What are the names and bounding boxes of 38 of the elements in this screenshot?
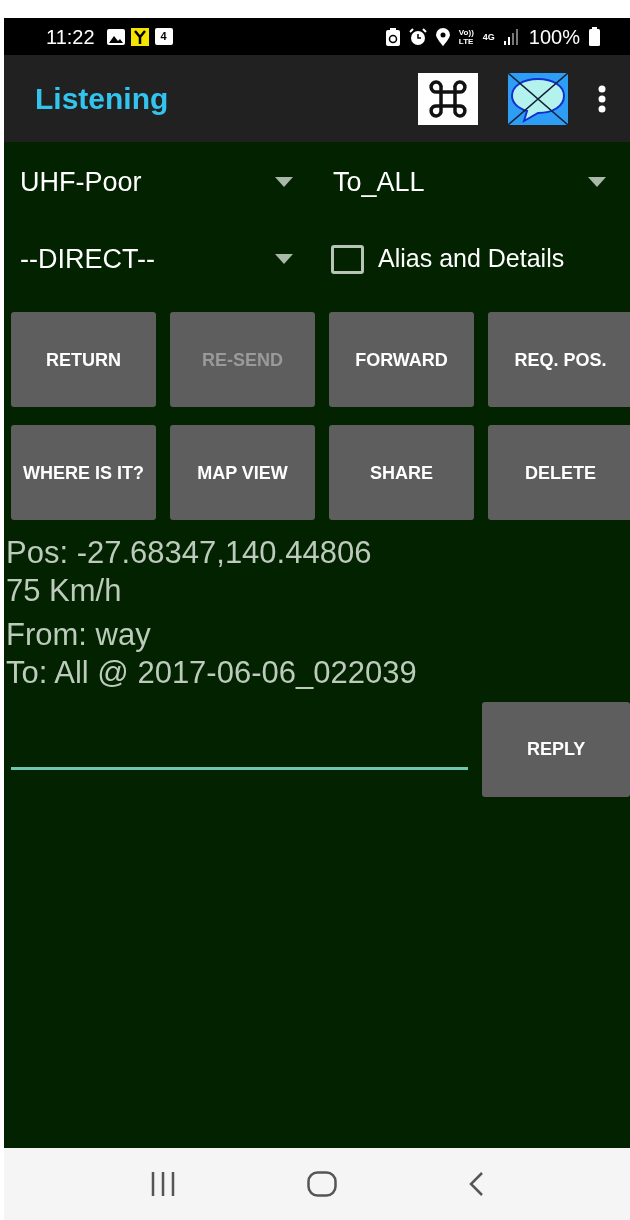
recent-apps-icon[interactable]: [149, 1172, 176, 1196]
position-text: Pos: -27.68347,140.44806: [6, 534, 373, 572]
reply-button[interactable]: REPLY: [482, 702, 630, 797]
calendar-icon: 4: [154, 28, 173, 45]
back-icon[interactable]: [468, 1171, 485, 1197]
network-indicator: 4G: [482, 31, 495, 42]
signal-icon: [503, 28, 520, 45]
action-button[interactable]: FORWARD: [329, 312, 474, 407]
dropdown-caret-icon: [588, 177, 606, 187]
clock: 11:22: [46, 24, 95, 50]
dropdown-caret-icon: [275, 177, 293, 187]
battery-icon: [589, 27, 600, 46]
sender-text: From: way: [6, 616, 152, 654]
overflow-menu-icon[interactable]: [598, 84, 606, 113]
dropdown[interactable]: To_ALL: [317, 152, 630, 212]
action-button[interactable]: SHARE: [329, 425, 474, 520]
command-key-icon[interactable]: [418, 72, 478, 125]
volte-indicator: Vo)) LTE: [458, 27, 474, 46]
app-title: Listening: [35, 81, 170, 117]
image-icon: [106, 28, 125, 45]
dropdown[interactable]: --DIRECT--: [4, 229, 317, 289]
action-button[interactable]: REQ. POS.: [488, 312, 630, 407]
alarm-icon: [408, 27, 427, 46]
home-icon[interactable]: [307, 1171, 337, 1197]
recipient-text: To: All @ 2017-06-06_022039: [6, 654, 418, 692]
action-button[interactable]: RETURN: [11, 312, 156, 407]
antenna-icon: [130, 27, 149, 46]
crossed-chat-icon[interactable]: [508, 72, 568, 125]
dropdown-caret-icon: [275, 254, 293, 264]
action-button[interactable]: DELETE: [488, 425, 630, 520]
battery-percent: 100%: [528, 24, 580, 50]
action-button[interactable]: MAP VIEW: [170, 425, 315, 520]
dropdown[interactable]: UHF-Poor: [4, 152, 317, 212]
alias-checkbox[interactable]: Alias and Details: [317, 229, 630, 289]
location-icon: [435, 27, 450, 46]
battery-saver-icon: [385, 27, 400, 46]
speed-text: 75 Km/h: [6, 572, 123, 610]
action-button[interactable]: WHERE IS IT?: [11, 425, 156, 520]
